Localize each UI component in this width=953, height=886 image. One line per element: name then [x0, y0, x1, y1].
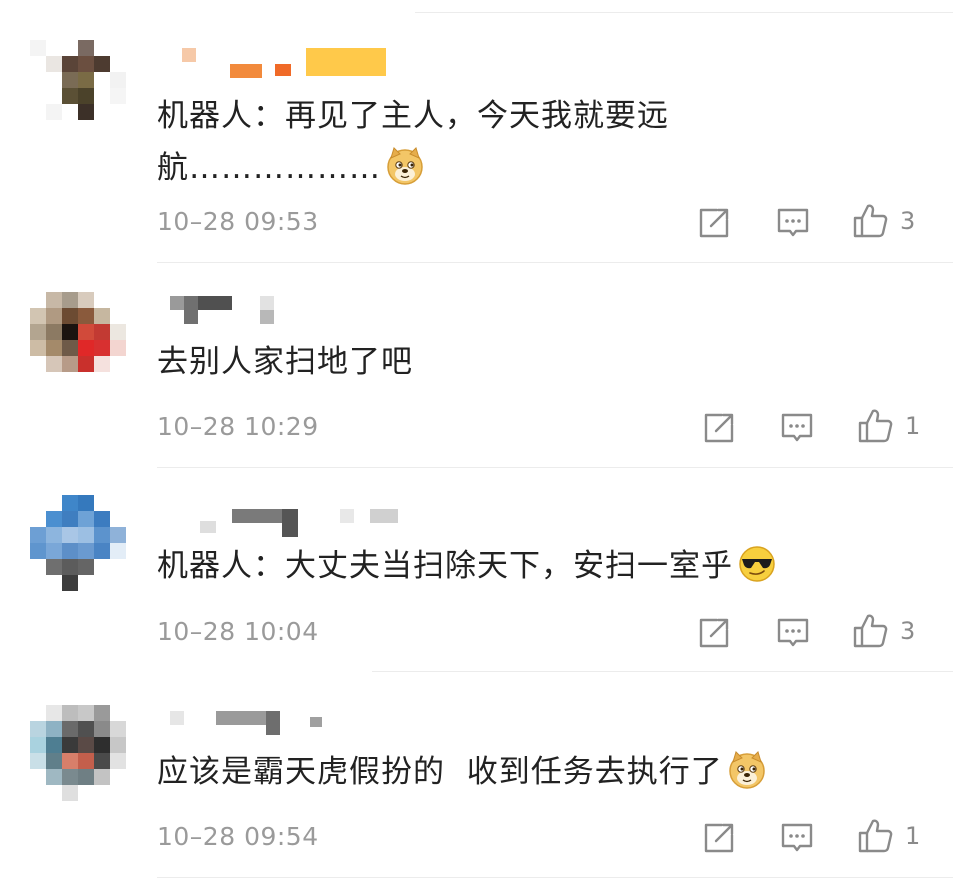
comment-item-1: 机器人：再见了主人，今天我就要远 航……………… 10–28 09:53 3: [0, 0, 953, 205]
share-button[interactable]: [702, 821, 736, 855]
comment-item-3: 机器人：大丈夫当扫除天下，安扫一室乎 10–28 10:04 3: [0, 467, 953, 672]
thumbs-up-icon: [852, 613, 888, 649]
divider: [157, 262, 953, 263]
divider: [157, 877, 953, 878]
divider: [415, 12, 953, 13]
reply-button[interactable]: [776, 616, 810, 650]
comment-text-line-1: 应该是霸天虎假扮的 收到任务去执行了: [157, 754, 723, 790]
reply-button[interactable]: [780, 411, 814, 445]
comment-text: 应该是霸天虎假扮的 收到任务去执行了: [157, 746, 877, 798]
share-icon: [697, 616, 731, 650]
like-button[interactable]: 1: [857, 818, 920, 854]
comment-text-line-2: 航………………: [157, 150, 381, 186]
comment-text-line: 航………………: [157, 142, 757, 194]
share-button[interactable]: [697, 616, 731, 650]
share-button[interactable]: [697, 206, 731, 240]
comment-text-line: 机器人：再见了主人，今天我就要远: [157, 98, 669, 134]
avatar[interactable]: [30, 292, 126, 388]
comment-text: 机器人：大丈夫当扫除天下，安扫一室乎: [157, 540, 877, 592]
username[interactable]: [160, 505, 460, 545]
like-count: 1: [905, 822, 921, 850]
thumbs-up-icon: [852, 203, 888, 239]
comment-item-2: 去别人家扫地了吧 10–28 10:29 1: [0, 262, 953, 467]
like-button[interactable]: 3: [852, 613, 915, 649]
username[interactable]: [160, 44, 460, 84]
comment-text-line: 应该是霸天虎假扮的 收到任务去执行了: [157, 746, 877, 798]
comment-text-line: 机器人：大丈夫当扫除天下，安扫一室乎: [157, 540, 877, 592]
reply-button[interactable]: [780, 821, 814, 855]
share-icon: [702, 821, 736, 855]
comment-icon: [780, 411, 814, 445]
thumbs-up-icon: [857, 818, 893, 854]
share-icon: [702, 411, 736, 445]
avatar[interactable]: [30, 705, 126, 801]
thumbs-up-icon: [857, 408, 893, 444]
share-icon: [697, 206, 731, 240]
comment-text-line-1: 机器人：大丈夫当扫除天下，安扫一室乎: [157, 548, 733, 584]
comment-item-4: 应该是霸天虎假扮的 收到任务去执行了 10–28 09:54 1: [0, 671, 953, 878]
cool-sunglasses-emoji: [737, 544, 777, 584]
avatar[interactable]: [30, 40, 126, 136]
username[interactable]: [160, 705, 460, 745]
like-button[interactable]: 1: [857, 408, 920, 444]
timestamp: 10–28 10:04: [157, 617, 319, 646]
comment-text: 去别人家扫地了吧: [157, 336, 757, 388]
comment-icon: [780, 821, 814, 855]
reply-button[interactable]: [776, 206, 810, 240]
comment-text-line: 去别人家扫地了吧: [157, 344, 413, 380]
username[interactable]: [160, 292, 460, 332]
doge-emoji: [727, 750, 767, 790]
divider: [372, 671, 953, 672]
like-count: 1: [905, 412, 921, 440]
comment-icon: [776, 206, 810, 240]
doge-emoji: [385, 146, 425, 186]
timestamp: 10–28 09:54: [157, 822, 319, 851]
like-count: 3: [900, 207, 916, 235]
avatar[interactable]: [30, 495, 126, 591]
divider: [157, 467, 953, 468]
timestamp: 10–28 09:53: [157, 207, 319, 236]
share-button[interactable]: [702, 411, 736, 445]
timestamp: 10–28 10:29: [157, 412, 319, 441]
like-button[interactable]: 3: [852, 203, 915, 239]
comment-text: 机器人：再见了主人，今天我就要远 航………………: [157, 90, 757, 194]
comment-icon: [776, 616, 810, 650]
like-count: 3: [900, 617, 916, 645]
